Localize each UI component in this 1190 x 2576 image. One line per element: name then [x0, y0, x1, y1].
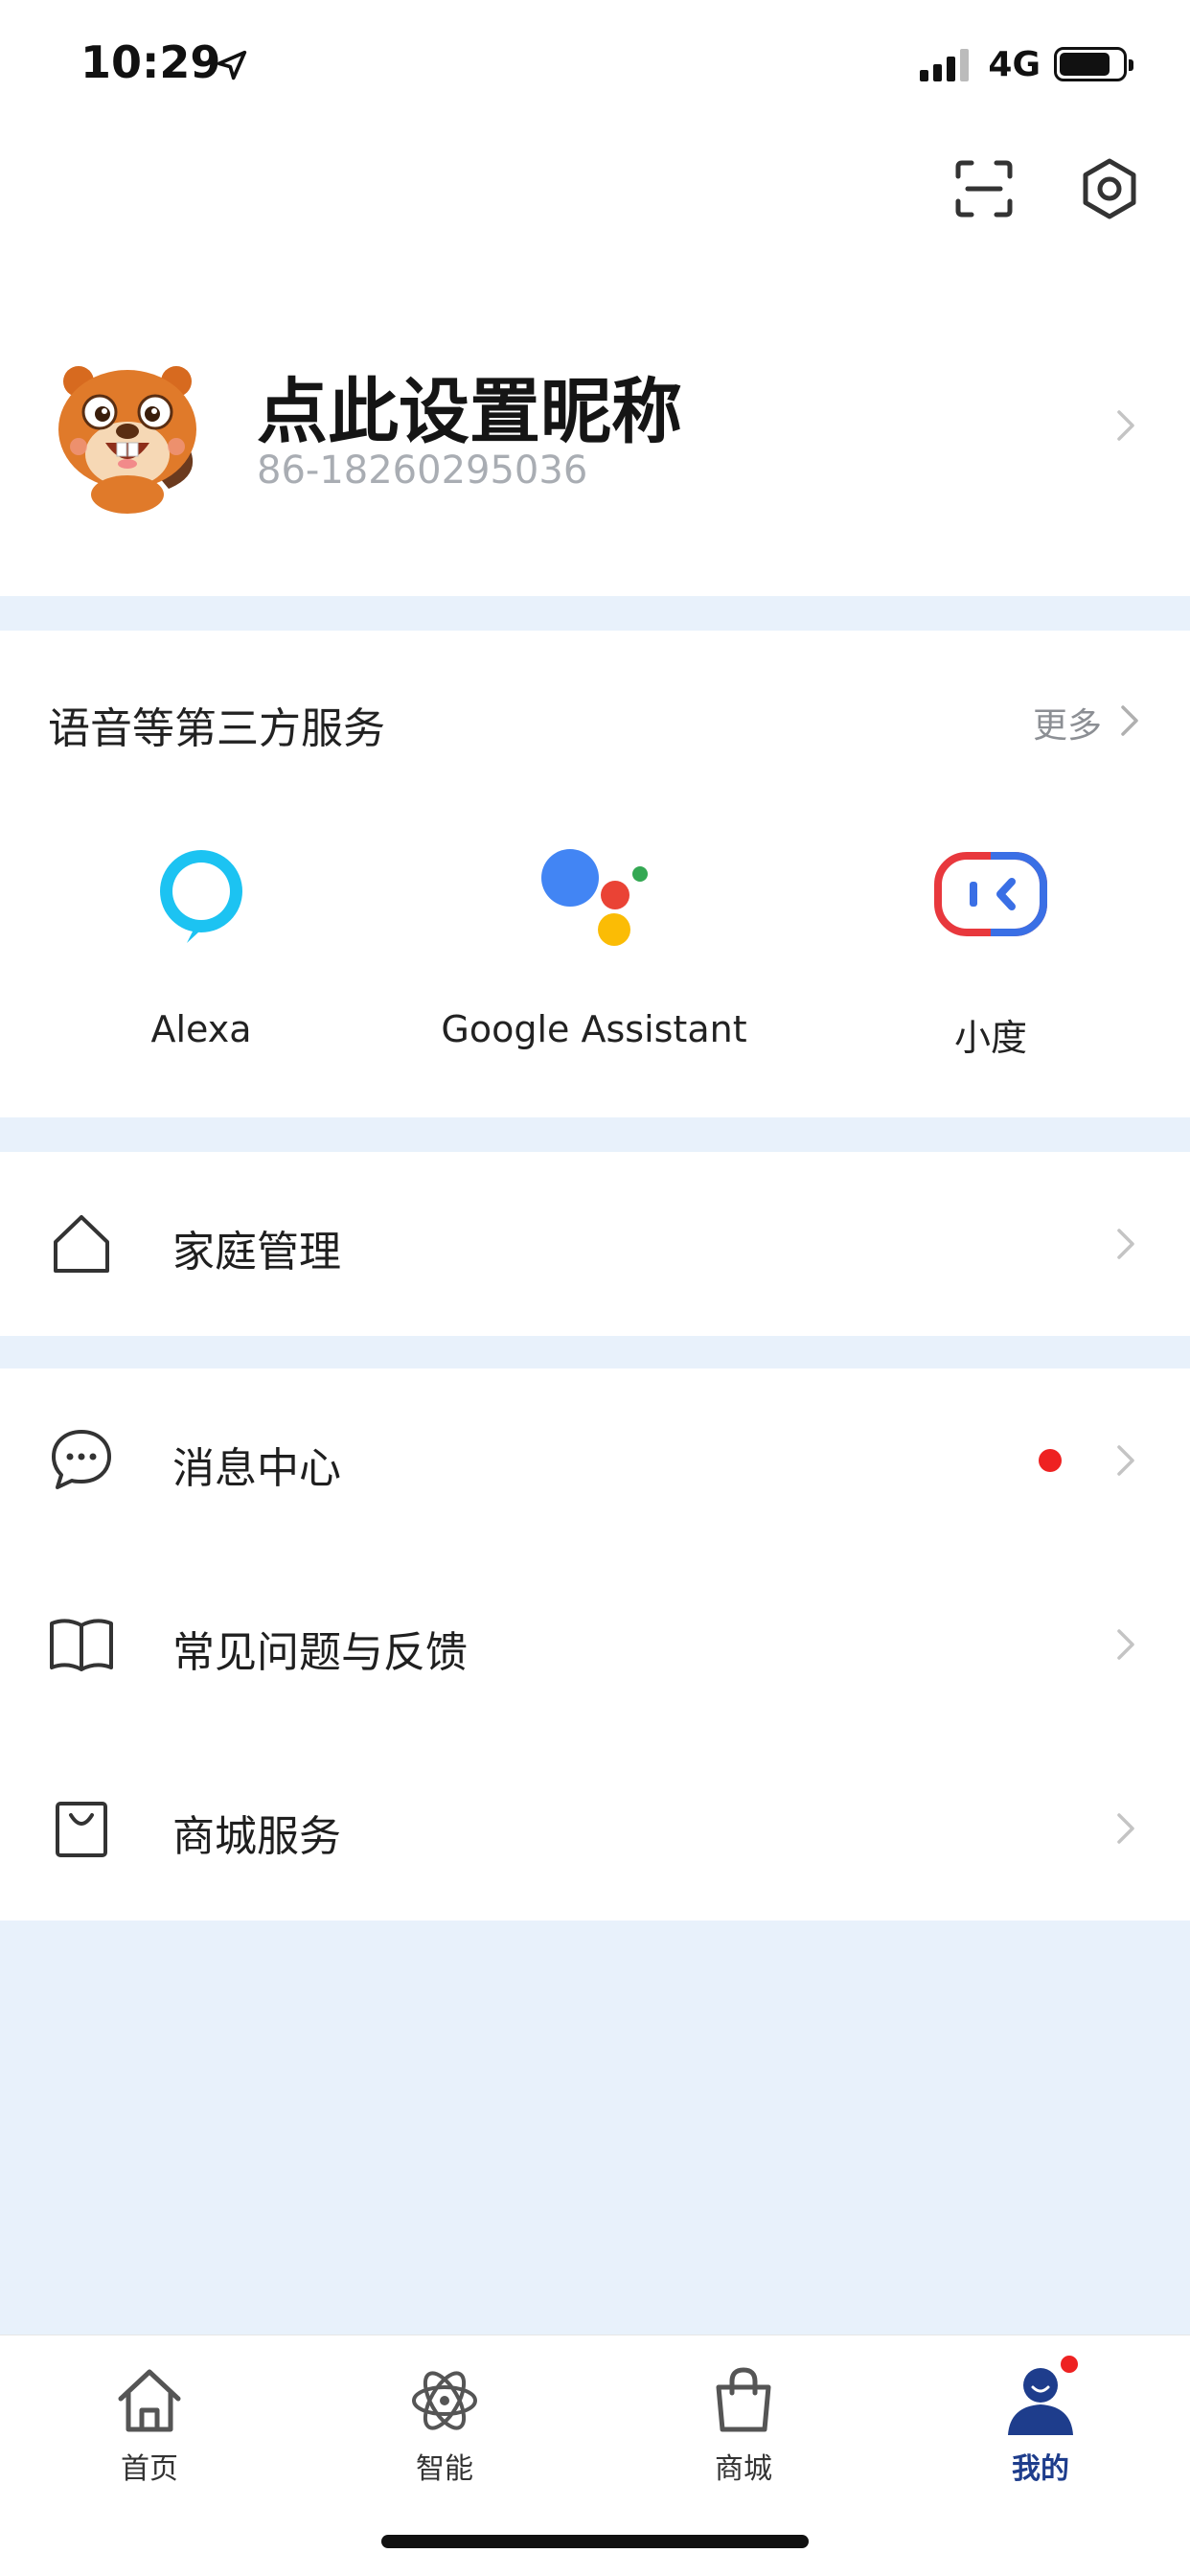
tab-label: 我的	[1012, 2452, 1069, 2486]
service-alexa[interactable]: Alexa	[0, 841, 402, 1050]
settings-icon[interactable]	[1066, 146, 1153, 232]
house-icon	[54, 1215, 109, 1273]
google-assistant-icon	[541, 849, 648, 946]
status-time: 10:29	[80, 36, 221, 88]
phone-number: 86-18260295036	[257, 448, 588, 493]
menu-item-family-management[interactable]: 家庭管理	[0, 1152, 1190, 1336]
chevron-right-icon	[1117, 1445, 1134, 1476]
tab-label: 商城	[715, 2452, 772, 2486]
menu-item-faq-feedback[interactable]: 常见问题与反馈	[0, 1552, 1190, 1736]
tab-smart[interactable]: 智能	[358, 2355, 531, 2487]
home-indicator	[381, 2535, 809, 2548]
chevron-right-icon	[1117, 1629, 1134, 1660]
smart-atom-icon	[412, 2371, 477, 2430]
service-label: Google Assistant	[441, 1008, 747, 1050]
support-card: 消息中心 常见问题与反馈 商城服务	[0, 1368, 1190, 1920]
chevron-right-icon	[1117, 1229, 1134, 1259]
top-bar	[0, 125, 1190, 259]
network-type: 4G	[988, 44, 1041, 84]
service-label: Alexa	[150, 1008, 252, 1050]
chevron-right-icon	[1117, 410, 1134, 441]
scan-icon[interactable]	[941, 146, 1027, 232]
tab-label: 智能	[416, 2452, 473, 2486]
service-label: 小度	[953, 1017, 1027, 1059]
service-google-assistant[interactable]: Google Assistant	[393, 841, 795, 1050]
unread-dot	[1039, 1449, 1062, 1472]
my-profile-screen: 10:29 4G 点此设置昵称 86-18260295036 语音等第三方服务 …	[0, 0, 1190, 2576]
third-party-services-card: 语音等第三方服务 更多 Alexa Google Assistant 小度	[0, 631, 1190, 1117]
service-xiaodu[interactable]: 小度	[790, 841, 1190, 1061]
family-management-card: 家庭管理	[0, 1152, 1190, 1336]
chevron-right-icon	[1117, 1813, 1134, 1844]
menu-item-label: 消息中心	[172, 1444, 341, 1493]
chat-bubble-icon	[52, 1430, 111, 1489]
services-title: 语音等第三方服务	[48, 704, 385, 753]
menu-item-label: 商城服务	[172, 1812, 341, 1861]
menu-item-label: 常见问题与反馈	[172, 1628, 468, 1677]
location-arrow-icon	[217, 50, 247, 80]
tab-mine[interactable]: 我的	[954, 2353, 1127, 2487]
menu-item-message-center[interactable]: 消息中心	[0, 1368, 1190, 1552]
book-icon	[50, 1619, 113, 1671]
notification-badge	[1058, 2353, 1081, 2376]
shopping-bag-icon	[56, 1802, 107, 1857]
tab-shop[interactable]: 商城	[657, 2355, 830, 2487]
menu-item-shop-service[interactable]: 商城服务	[0, 1736, 1190, 1920]
chevron-right-icon[interactable]	[1111, 702, 1150, 740]
menu-item-label: 家庭管理	[172, 1228, 341, 1276]
status-bar: 10:29 4G	[0, 0, 1190, 125]
shop-bag-tab-icon	[716, 2367, 771, 2432]
home-tab-icon	[118, 2369, 181, 2432]
tab-label: 首页	[121, 2452, 178, 2486]
services-more-link[interactable]: 更多	[1033, 698, 1102, 748]
status-indicators: 4G	[920, 40, 1133, 88]
tab-home[interactable]: 首页	[63, 2355, 236, 2487]
battery-icon	[1054, 47, 1133, 81]
avatar[interactable]	[46, 355, 209, 518]
alexa-icon	[160, 850, 242, 943]
profile-header[interactable]: 点此设置昵称 86-18260295036	[0, 259, 1190, 596]
xiaodu-icon	[934, 852, 1047, 936]
nickname[interactable]: 点此设置昵称	[257, 355, 682, 457]
signal-icon	[920, 47, 970, 81]
